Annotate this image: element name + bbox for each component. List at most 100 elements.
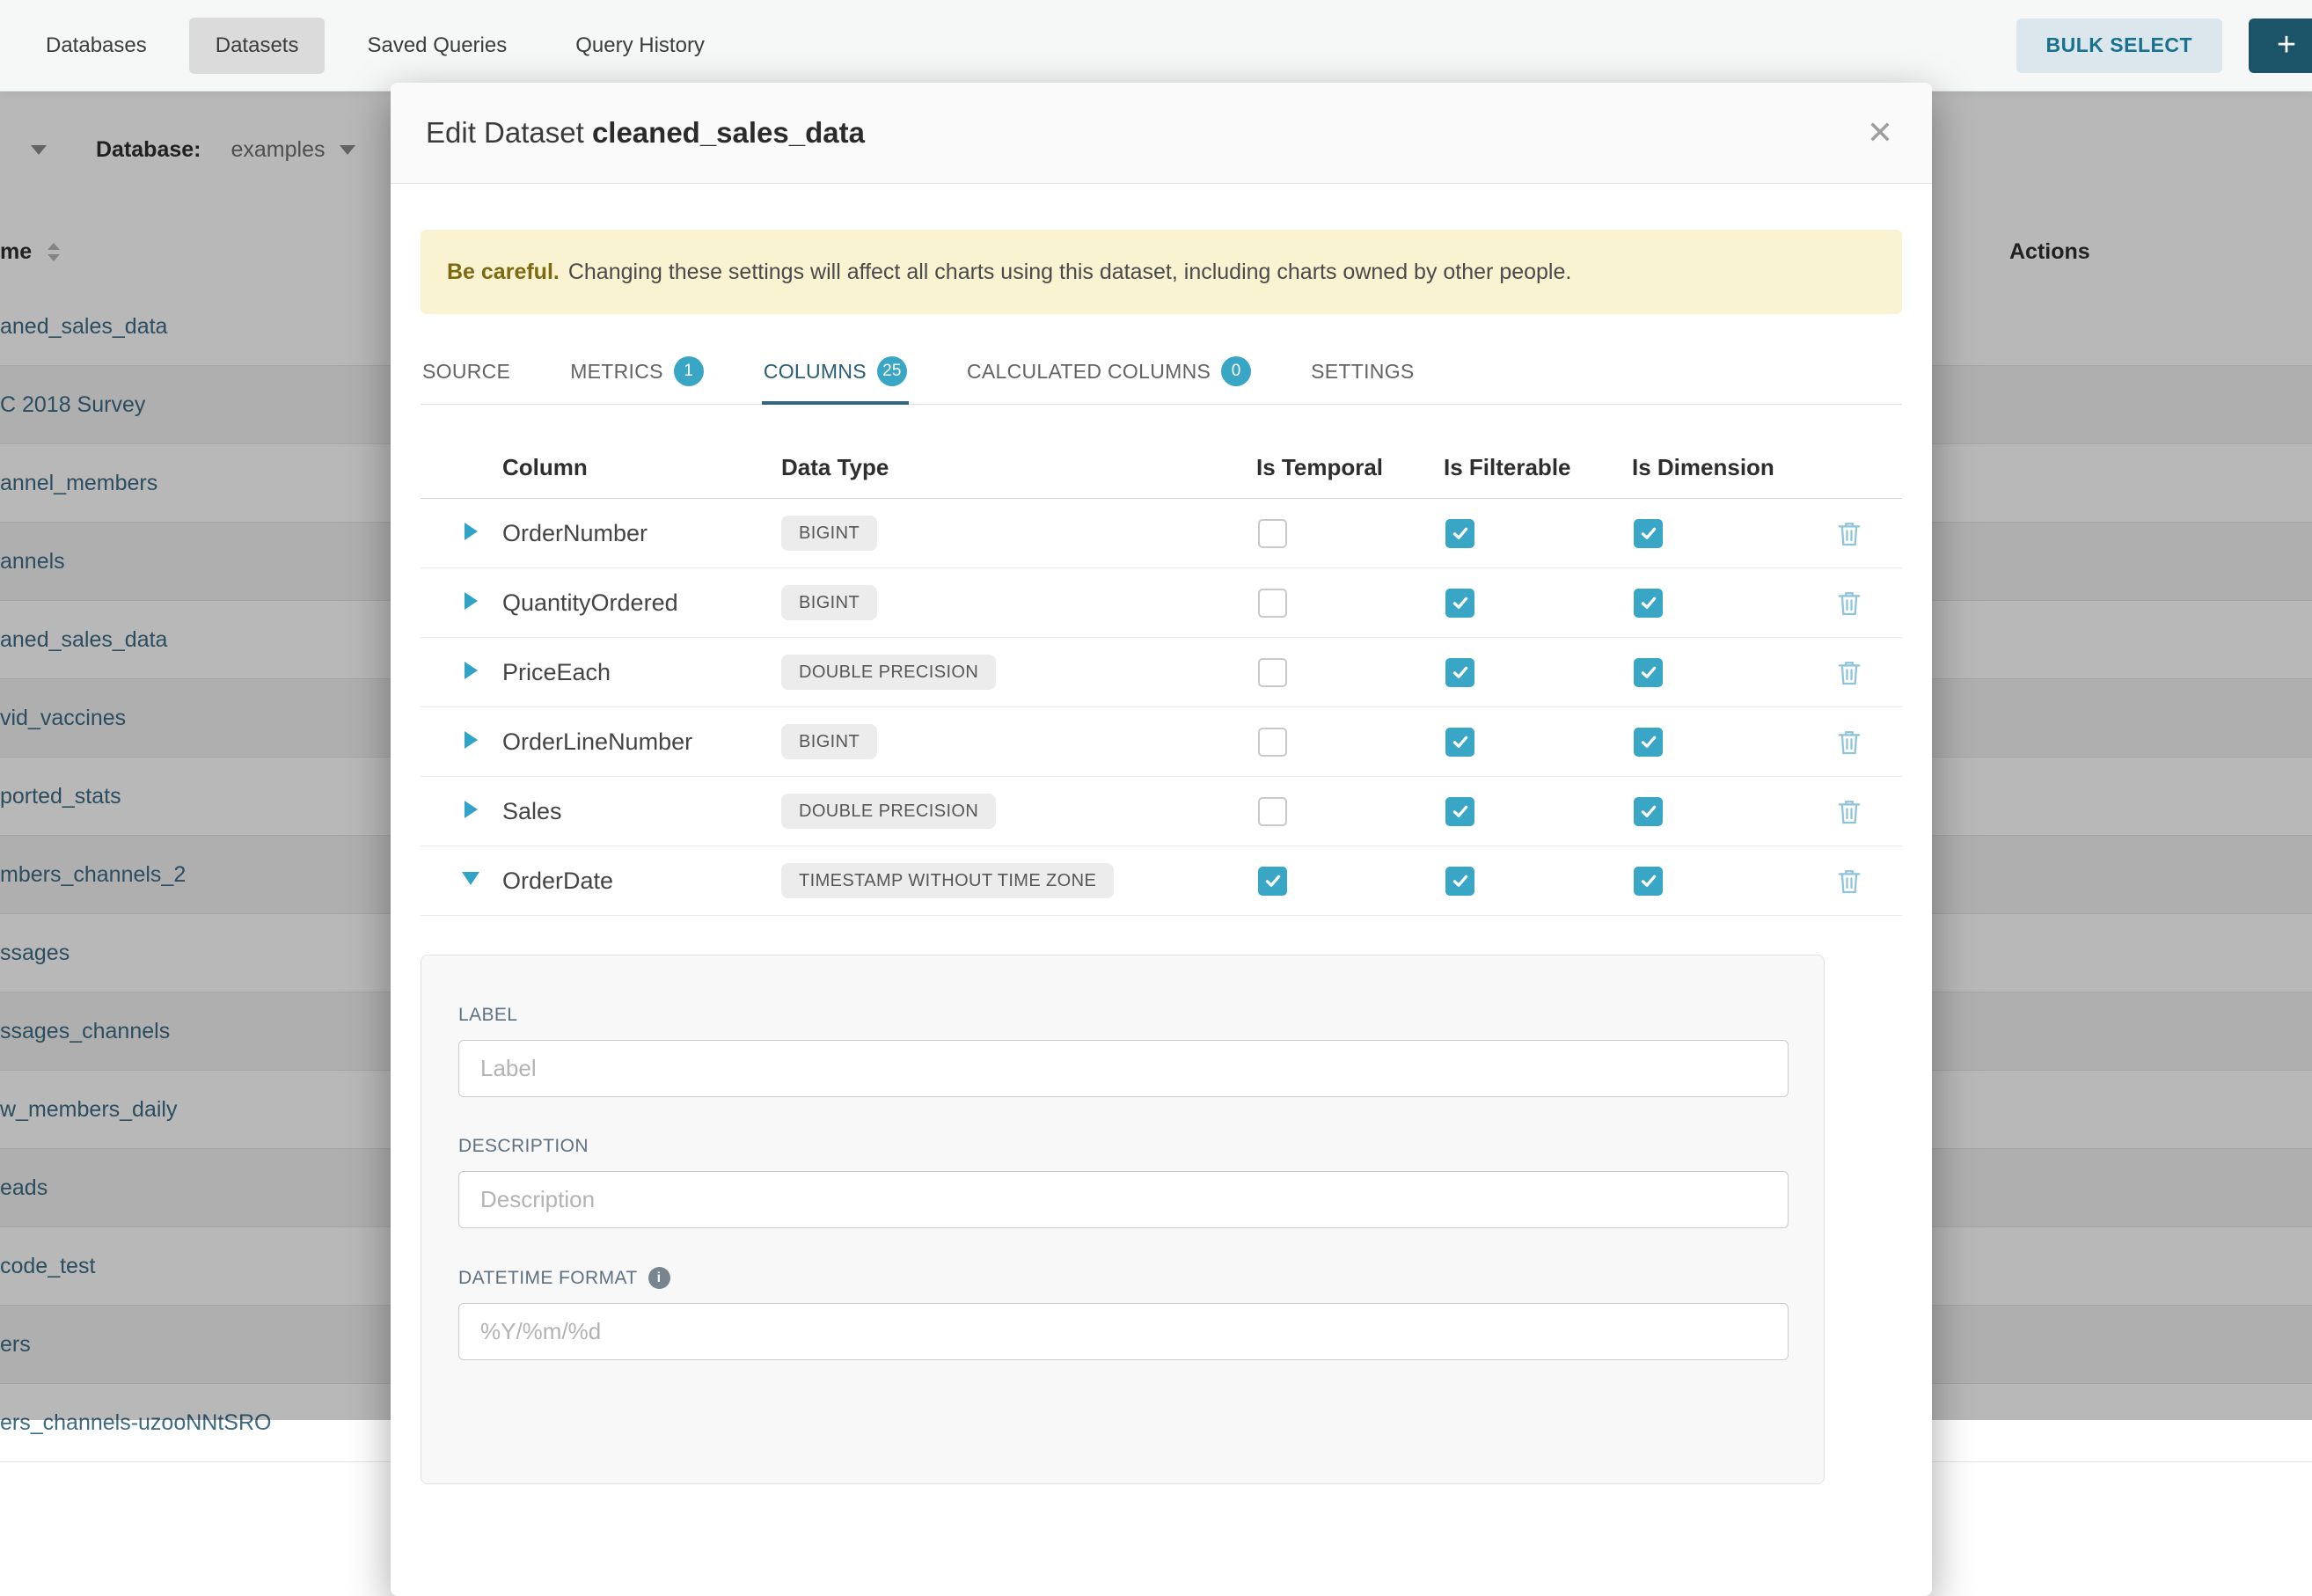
nav-item-query-history[interactable]: Query History (549, 18, 731, 74)
delete-column-icon[interactable] (1836, 797, 1902, 826)
is-temporal-checkbox[interactable] (1258, 519, 1287, 548)
warning-banner-text: Changing these settings will affect all … (568, 260, 1572, 285)
is-filterable-checkbox[interactable] (1445, 519, 1474, 548)
tab-label: CALCULATED COLUMNS (967, 360, 1211, 384)
bulk-select-button[interactable]: BULK SELECT (2016, 18, 2223, 73)
header-data-type: Data Type (781, 454, 1256, 481)
column-name: PriceEach (502, 659, 611, 685)
datetime-format-field: DATETIME FORMAT i (458, 1267, 1824, 1360)
modal-header: Edit Dataset cleaned_sales_data ✕ (391, 83, 1932, 184)
edit-dataset-modal: Edit Dataset cleaned_sales_data ✕ Be car… (391, 83, 1932, 1596)
is-dimension-checkbox[interactable] (1634, 797, 1663, 826)
tab-settings[interactable]: SETTINGS (1309, 349, 1416, 404)
tab-label: METRICS (570, 360, 663, 384)
is-filterable-checkbox[interactable] (1445, 658, 1474, 687)
add-dataset-button[interactable]: + (2249, 18, 2312, 73)
expand-caret-icon[interactable] (465, 523, 478, 540)
column-name: QuantityOrdered (502, 589, 678, 616)
column-row: OrderNumber BIGINT (421, 499, 1902, 568)
is-dimension-checkbox[interactable] (1634, 589, 1663, 618)
delete-column-icon[interactable] (1836, 589, 1902, 618)
datetime-format-field-label: DATETIME FORMAT i (458, 1267, 1824, 1289)
is-filterable-checkbox[interactable] (1445, 589, 1474, 618)
column-name: OrderNumber (502, 520, 648, 546)
columns-table: Column Data Type Is Temporal Is Filterab… (421, 436, 1902, 916)
is-dimension-checkbox[interactable] (1634, 519, 1663, 548)
column-detail-panel: LABEL DESCRIPTION DATETIME FORMAT i (421, 955, 1825, 1484)
delete-column-icon[interactable] (1836, 658, 1902, 687)
nav-item-saved-queries[interactable]: Saved Queries (340, 18, 533, 74)
expand-caret-icon[interactable] (465, 731, 478, 749)
is-temporal-checkbox[interactable] (1258, 797, 1287, 826)
warning-banner: Be careful. Changing these settings will… (421, 230, 1902, 314)
column-name: OrderLineNumber (502, 728, 692, 755)
collapse-caret-icon[interactable] (462, 872, 479, 885)
nav-actions: BULK SELECT + (2016, 18, 2312, 73)
tab-columns[interactable]: COLUMNS 25 (762, 349, 909, 404)
is-filterable-checkbox[interactable] (1445, 728, 1474, 757)
label-input[interactable] (458, 1040, 1789, 1097)
tab-label: SETTINGS (1311, 360, 1414, 384)
plus-icon: + (2277, 26, 2296, 64)
is-filterable-checkbox[interactable] (1445, 867, 1474, 896)
tab-count-badge: 1 (674, 356, 704, 386)
tab-count-badge: 25 (877, 356, 907, 386)
data-type-pill: DOUBLE PRECISION (781, 655, 996, 690)
column-row: Sales DOUBLE PRECISION (421, 777, 1902, 846)
warning-banner-bold: Be careful. (447, 260, 560, 285)
top-nav: Databases DatasetsSaved Queries Query Hist… (0, 0, 2312, 92)
close-icon[interactable]: ✕ (1867, 117, 1893, 149)
info-icon[interactable]: i (648, 1267, 670, 1289)
description-field-label: DESCRIPTION (458, 1136, 1824, 1157)
header-is-temporal: Is Temporal (1256, 454, 1444, 481)
modal-body: Be careful. Changing these settings will… (391, 230, 1932, 1484)
is-dimension-checkbox[interactable] (1634, 867, 1663, 896)
modal-tabs: SOURCE METRICS 1 COLUMNS 25 CALCULATED COLUMN… (421, 337, 1902, 405)
data-type-pill: BIGINT (781, 516, 877, 551)
modal-title-prefix: Edit Dataset (426, 116, 584, 149)
is-temporal-checkbox[interactable] (1258, 658, 1287, 687)
data-type-pill: TIMESTAMP WITHOUT TIME ZONE (781, 863, 1114, 898)
data-type-pill: DOUBLE PRECISION (781, 794, 996, 829)
is-dimension-checkbox[interactable] (1634, 728, 1663, 757)
is-temporal-checkbox[interactable] (1258, 589, 1287, 618)
nav-tabs: Databases DatasetsSaved Queries Query Hist… (19, 18, 747, 74)
nav-item-datasets[interactable]: Datasets (189, 18, 326, 74)
modal-title-dataset-name: cleaned_sales_data (592, 116, 865, 149)
description-field: DESCRIPTION (458, 1136, 1824, 1228)
header-is-filterable: Is Filterable (1444, 454, 1632, 481)
tab-metrics[interactable]: METRICS 1 (568, 349, 706, 404)
columns-table-rows: OrderNumber BIGINT QuantityOrdered BIGINT Pr… (421, 499, 1902, 916)
modal-title: Edit Dataset cleaned_sales_data (426, 116, 865, 150)
is-temporal-checkbox[interactable] (1258, 728, 1287, 757)
expand-caret-icon[interactable] (465, 662, 478, 679)
delete-column-icon[interactable] (1836, 519, 1902, 548)
is-temporal-checkbox[interactable] (1258, 867, 1287, 896)
label-field-label: LABEL (458, 1005, 1824, 1026)
tab-label: COLUMNS (764, 360, 867, 384)
is-dimension-checkbox[interactable] (1634, 658, 1663, 687)
label-field: LABEL (458, 1005, 1824, 1097)
datetime-format-input[interactable] (458, 1303, 1789, 1360)
tab-label: SOURCE (422, 360, 510, 384)
expand-caret-icon[interactable] (465, 592, 478, 610)
column-row: PriceEach DOUBLE PRECISION (421, 638, 1902, 707)
is-filterable-checkbox[interactable] (1445, 797, 1474, 826)
header-is-dimension: Is Dimension (1632, 454, 1836, 481)
column-row: OrderLineNumber BIGINT (421, 707, 1902, 777)
tab-calculated-columns[interactable]: CALCULATED COLUMNS0 (965, 349, 1253, 404)
column-name: Sales (502, 798, 562, 824)
column-row: OrderDate TIMESTAMP WITHOUT TIME ZONE (421, 846, 1902, 916)
data-type-pill: BIGINT (781, 585, 877, 620)
column-name: OrderDate (502, 868, 613, 894)
delete-column-icon[interactable] (1836, 867, 1902, 896)
header-column: Column (502, 454, 781, 481)
column-row: QuantityOrdered BIGINT (421, 568, 1902, 638)
expand-caret-icon[interactable] (465, 801, 478, 818)
columns-table-header: Column Data Type Is Temporal Is Filterab… (421, 436, 1902, 499)
description-input[interactable] (458, 1171, 1789, 1228)
data-type-pill: BIGINT (781, 724, 877, 759)
tab-source[interactable]: SOURCE (421, 349, 512, 404)
nav-item-databases[interactable]: Databases (19, 18, 173, 74)
delete-column-icon[interactable] (1836, 728, 1902, 757)
